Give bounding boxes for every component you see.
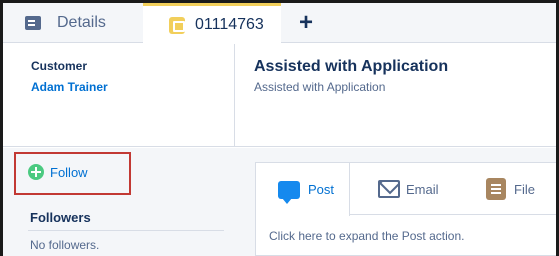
record-subtitle: Assisted with Application [254, 80, 386, 94]
details-icon [25, 16, 41, 30]
publisher-tabs: Post Email File [256, 163, 556, 216]
tab-details[interactable]: Details [25, 3, 106, 43]
follow-button[interactable]: Follow [28, 164, 88, 180]
tab-details-label: Details [57, 14, 106, 31]
publisher: Post Email File Click here to expand the… [255, 162, 556, 256]
tab-case-label: 01114763 [195, 16, 264, 33]
tab-case[interactable]: 01114763 [143, 3, 281, 44]
case-icon [169, 16, 185, 34]
highlights-panel: Customer Adam Trainer Assisted with Appl… [3, 44, 556, 147]
console-tab-bar: Details 01114763 + [3, 3, 556, 44]
tab-post[interactable]: Post [256, 163, 350, 216]
customer-link[interactable]: Adam Trainer [31, 80, 108, 94]
plus-icon: + [299, 9, 314, 36]
feed-area: Post Email File Click here to expand the… [235, 148, 556, 256]
file-icon [486, 178, 506, 200]
expand-post-action[interactable]: Click here to expand the Post action. [269, 229, 464, 243]
left-sidebar: Follow Followers No followers. [3, 148, 235, 256]
email-icon [378, 180, 400, 198]
add-circle-icon [28, 164, 44, 180]
divider [28, 230, 224, 231]
record-title: Assisted with Application [254, 58, 449, 75]
tab-file-label: File [514, 181, 535, 197]
no-followers-text: No followers. [30, 238, 100, 252]
customer-label: Customer [31, 59, 88, 73]
add-tab-button[interactable]: + [299, 3, 313, 43]
tab-file[interactable]: File [486, 163, 535, 215]
tab-post-label: Post [308, 182, 335, 197]
post-icon [278, 180, 300, 204]
follow-label: Follow [50, 164, 88, 180]
tab-email[interactable]: Email [378, 163, 439, 215]
tab-email-label: Email [406, 181, 439, 197]
followers-heading: Followers [30, 210, 91, 225]
customer-section: Customer Adam Trainer [3, 44, 235, 147]
